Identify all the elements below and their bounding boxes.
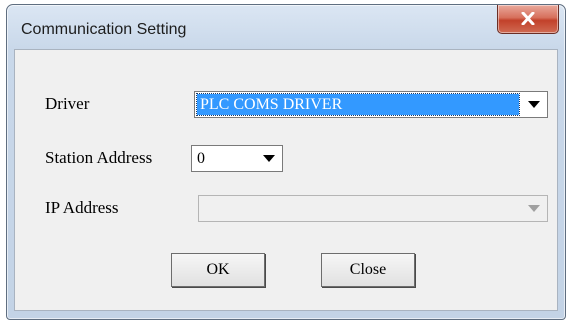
driver-label: Driver xyxy=(45,94,90,113)
close-button[interactable]: Close xyxy=(321,253,415,287)
window-close-button[interactable] xyxy=(497,5,559,34)
ip-address-dropdown-button xyxy=(523,198,545,219)
dialog-body: Driver PLC COMS DRIVER Station Address 0… xyxy=(14,49,558,311)
communication-setting-dialog: Communication Setting Driver PLC COMS DR… xyxy=(6,4,566,320)
close-x-icon xyxy=(521,12,535,25)
title-bar[interactable]: Communication Setting xyxy=(7,5,565,49)
driver-dropdown-button[interactable] xyxy=(523,94,545,115)
ip-address-select xyxy=(198,195,548,222)
chevron-down-icon xyxy=(528,101,540,108)
station-address-dropdown-button[interactable] xyxy=(258,148,280,169)
station-address-select[interactable]: 0 xyxy=(191,145,283,172)
chevron-down-icon xyxy=(528,205,540,212)
station-address-value: 0 xyxy=(197,150,205,167)
ok-button[interactable]: OK xyxy=(171,253,265,287)
chevron-down-icon xyxy=(263,155,275,162)
ip-address-label: IP Address xyxy=(45,198,119,217)
ip-address-value xyxy=(201,198,207,219)
window-title: Communication Setting xyxy=(21,21,187,38)
station-address-label: Station Address xyxy=(45,148,153,167)
driver-selected-value: PLC COMS DRIVER xyxy=(196,93,520,116)
driver-select[interactable]: PLC COMS DRIVER xyxy=(194,91,548,118)
